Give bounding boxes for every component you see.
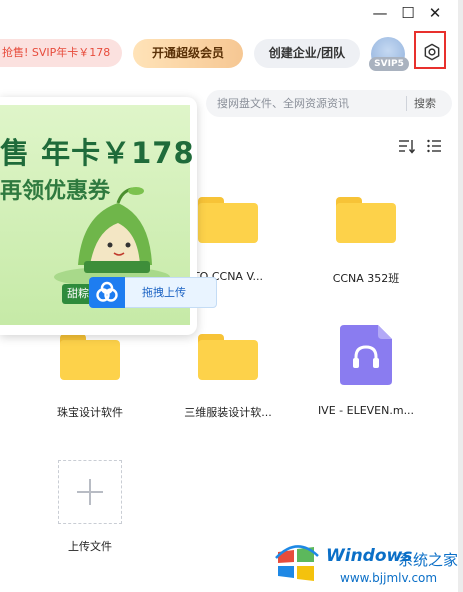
svip-promo-link[interactable]: 抢售! SVIP年卡￥178 (0, 39, 122, 67)
sort-icon[interactable] (398, 138, 416, 154)
svip-level-badge: SVIP5 (369, 57, 409, 71)
folder-icon[interactable] (336, 197, 396, 243)
watermark-url: www.bjjmlv.com (340, 571, 438, 585)
file-name[interactable]: 珠宝设计软件 (30, 404, 150, 420)
search-button[interactable]: 搜索 (414, 90, 436, 117)
folder-icon[interactable] (198, 197, 258, 243)
file-name[interactable]: CCNA 352班 (306, 270, 426, 286)
minimize-button[interactable]: — (369, 4, 391, 22)
create-enterprise-button[interactable]: 创建企业/团队 (254, 39, 360, 68)
windows-logo-icon (275, 545, 319, 581)
file-name[interactable]: IVE - ELEVEN.m... (306, 404, 426, 417)
upload-label[interactable]: 上传文件 (30, 538, 150, 554)
promo-title: 售 年卡￥178 (0, 136, 195, 170)
drag-upload-icon-box[interactable] (89, 277, 125, 308)
folder-icon[interactable] (198, 334, 258, 380)
drag-upload-label[interactable]: 拖拽上传 (142, 277, 186, 308)
folder-icon[interactable] (60, 334, 120, 380)
plus-icon (77, 479, 103, 505)
search-input[interactable]: 搜网盘文件、全网资源资讯 (217, 90, 349, 117)
watermark-cn: 系统之家 (398, 551, 459, 569)
window-edge (458, 0, 463, 592)
search-divider (406, 96, 407, 111)
list-view-icon[interactable] (427, 139, 442, 153)
promo-subtitle: 再领优惠券 (0, 179, 111, 204)
maximize-button[interactable]: ☐ (397, 4, 419, 22)
open-super-vip-button[interactable]: 开通超级会员 (133, 39, 243, 68)
gear-icon[interactable] (423, 43, 441, 61)
close-button[interactable]: ✕ (424, 4, 446, 22)
file-name[interactable]: 三维服装设计软... (168, 404, 288, 420)
cloud-icon (96, 281, 118, 302)
upload-tile[interactable] (58, 460, 122, 524)
audio-file-icon[interactable] (340, 325, 392, 385)
